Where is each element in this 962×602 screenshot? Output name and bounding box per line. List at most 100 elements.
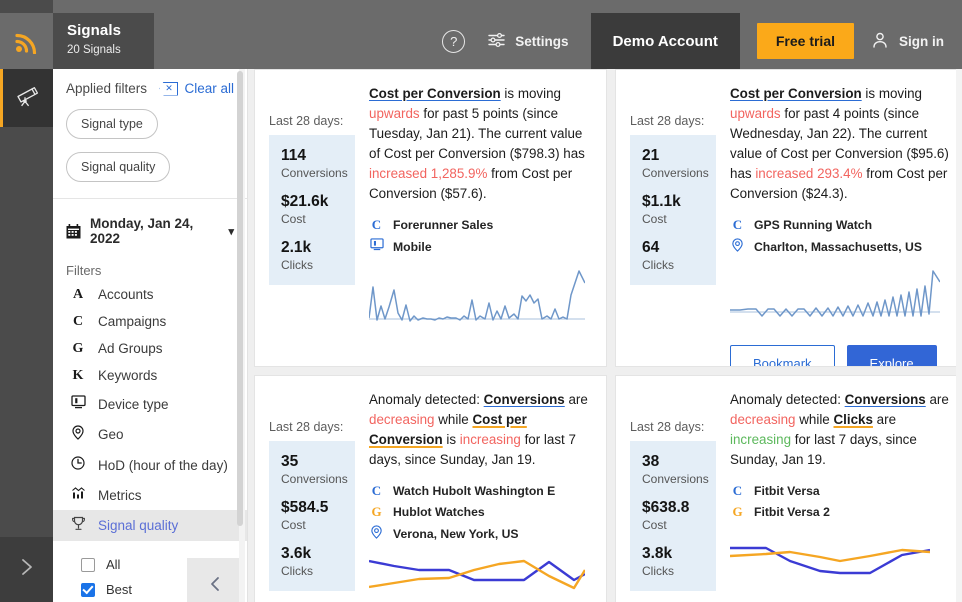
- kpi-label: Conversions: [642, 472, 709, 486]
- user-icon: [871, 31, 889, 52]
- settings-button[interactable]: Settings: [487, 13, 590, 69]
- geo-pin-icon: [369, 525, 384, 543]
- chart-svg: [368, 559, 587, 590]
- sidebar-item-ad-groups[interactable]: G Ad Groups: [53, 335, 247, 362]
- chip-signal-quality[interactable]: Signal quality: [66, 152, 171, 182]
- card-body: Cost per Conversion is moving upwards fo…: [730, 84, 951, 366]
- main-scrollbar-track[interactable]: [956, 69, 962, 602]
- sidebar-item-keywords[interactable]: K Keywords: [53, 362, 247, 389]
- signal-sentence: Anomaly detected: Conversions are decrea…: [369, 390, 590, 470]
- clear-all-label: Clear all: [184, 81, 234, 96]
- free-trial-button[interactable]: Free trial: [756, 23, 854, 59]
- keywords-icon: K: [72, 367, 84, 383]
- checkbox-best[interactable]: [81, 582, 95, 597]
- kpi-label: Conversions: [281, 166, 348, 180]
- filters-heading: Filters: [66, 263, 102, 278]
- signal-card[interactable]: Last 28 days: 38 Conversions $638.8 Cost 3…: [615, 375, 962, 602]
- date-picker[interactable]: Monday, Jan 24, 2022 ▾: [53, 199, 247, 246]
- metric-link[interactable]: Conversions: [484, 392, 565, 407]
- card-actions: Bookmark Explore: [730, 345, 951, 366]
- sidebar-item-hod[interactable]: HoD (hour of the day): [53, 450, 247, 480]
- sidebar-item-device-type[interactable]: Device type: [53, 389, 247, 419]
- kpi-label: Clicks: [642, 564, 674, 578]
- signal-sentence: Anomaly detected: Conversions are decrea…: [730, 390, 951, 470]
- meta-row: C Fitbit Versa: [730, 483, 951, 499]
- checkbox-label: All: [106, 557, 121, 572]
- direction-word: upwards: [369, 106, 420, 121]
- checkbox-all[interactable]: [81, 557, 95, 572]
- sidebar-item-label: Keywords: [98, 368, 158, 383]
- metric-link[interactable]: Cost per Conversion: [369, 86, 501, 101]
- app-logo-button[interactable]: [0, 13, 53, 69]
- sidebar-scrollbar-track[interactable]: [237, 69, 245, 602]
- signal-card[interactable]: Last 28 days: 114 Conversions $21.6k Cost …: [254, 69, 607, 367]
- sign-in-button[interactable]: Sign in: [871, 13, 962, 69]
- sentence-part: is moving: [500, 86, 561, 101]
- chevron-left-icon: [205, 574, 225, 599]
- meta-label: Fitbit Versa 2: [754, 505, 830, 519]
- checkbox-label: Best: [106, 582, 133, 597]
- sentence-part: is moving: [861, 86, 922, 101]
- metric-link[interactable]: Cost per Conversion: [730, 86, 862, 101]
- signals-main-panel: Last 28 days: 114 Conversions $21.6k Cost …: [248, 69, 962, 602]
- top-header: Signals 20 Signals ? Settings Demo Accou…: [53, 0, 962, 69]
- question-mark-icon: ?: [442, 29, 466, 53]
- meta-label: Verona, New York, US: [393, 527, 519, 541]
- clear-all-button[interactable]: ✕ Clear all: [159, 81, 234, 96]
- applied-filters-label: Applied filters: [66, 81, 148, 96]
- kpi-label: Clicks: [642, 258, 674, 272]
- sentence-part: while: [795, 412, 834, 427]
- campaigns-icon: C: [72, 313, 84, 329]
- signal-sentence: Cost per Conversion is moving upwards fo…: [369, 84, 590, 204]
- page-title-block: Signals 20 Signals: [53, 13, 154, 69]
- explore-button[interactable]: Explore: [846, 345, 937, 366]
- sidebar-item-label: HoD (hour of the day): [98, 457, 228, 473]
- meta-row: G Fitbit Versa 2: [730, 504, 951, 520]
- sidebar-item-label: Signal quality: [98, 518, 179, 533]
- sparkline-chart: [368, 553, 590, 600]
- kpi-box: 114 Conversions $21.6k Cost 2.1k Clicks: [269, 135, 355, 285]
- page-title: Signals: [67, 22, 122, 39]
- sidebar-item-signal-quality[interactable]: Signal quality: [53, 510, 247, 541]
- sidebar-item-explore[interactable]: [0, 69, 53, 127]
- card-body: Cost per Conversion is moving upwards fo…: [368, 84, 590, 330]
- sidebar-scrollbar-thumb[interactable]: [237, 71, 243, 526]
- campaign-icon: C: [371, 217, 382, 232]
- sparkline-chart: [368, 265, 590, 330]
- sentence-part: is: [442, 432, 460, 447]
- sliders-icon: [487, 32, 506, 51]
- campaign-icon: C: [371, 483, 382, 498]
- sidebar-item-label: Campaigns: [98, 314, 167, 329]
- sparkline-chart: [730, 266, 951, 327]
- geo-pin-icon: [69, 424, 87, 445]
- sidebar-item-metrics[interactable]: Metrics: [53, 480, 247, 510]
- sidebar-item-accounts[interactable]: A Accounts: [53, 281, 247, 308]
- chip-signal-type[interactable]: Signal type: [66, 109, 158, 139]
- sidebar-item-campaigns[interactable]: C Campaigns: [53, 308, 247, 335]
- series-line-conversions: [730, 546, 931, 575]
- bookmark-button[interactable]: Bookmark: [730, 345, 835, 366]
- sentence-part: are: [925, 392, 949, 407]
- expand-rail-button[interactable]: [0, 537, 53, 602]
- help-button[interactable]: ?: [432, 13, 487, 69]
- signal-card[interactable]: Last 28 days: 35 Conversions $584.5 Cost 3…: [254, 375, 607, 602]
- kpi-label: Cost: [642, 518, 667, 532]
- chart-svg: [730, 270, 941, 317]
- sidebar-item-geo[interactable]: Geo: [53, 419, 247, 450]
- signal-card[interactable]: Last 28 days: 21 Conversions $1.1k Cost 64…: [615, 69, 962, 367]
- chevron-down-icon: ▾: [228, 225, 234, 238]
- meta-label: Mobile: [393, 239, 432, 254]
- collapse-sidebar-button[interactable]: [187, 558, 242, 602]
- metric-link[interactable]: Clicks: [833, 412, 872, 427]
- account-tab[interactable]: Demo Account: [590, 13, 740, 69]
- card-body: Anomaly detected: Conversions are decrea…: [729, 390, 951, 591]
- meta-label: Charlton, Massachusetts, US: [754, 240, 922, 254]
- meta-row: Mobile: [369, 238, 590, 255]
- metric-link[interactable]: Conversions: [845, 392, 926, 407]
- kpi-label: Cost: [281, 212, 306, 226]
- sentence-part: Anomaly detected:: [369, 392, 484, 407]
- kpi-value: 21: [642, 147, 660, 164]
- kpi-header: Last 28 days:: [630, 420, 705, 434]
- telescope-icon: [14, 83, 42, 114]
- change-word: increased 1,285.9%: [369, 166, 488, 181]
